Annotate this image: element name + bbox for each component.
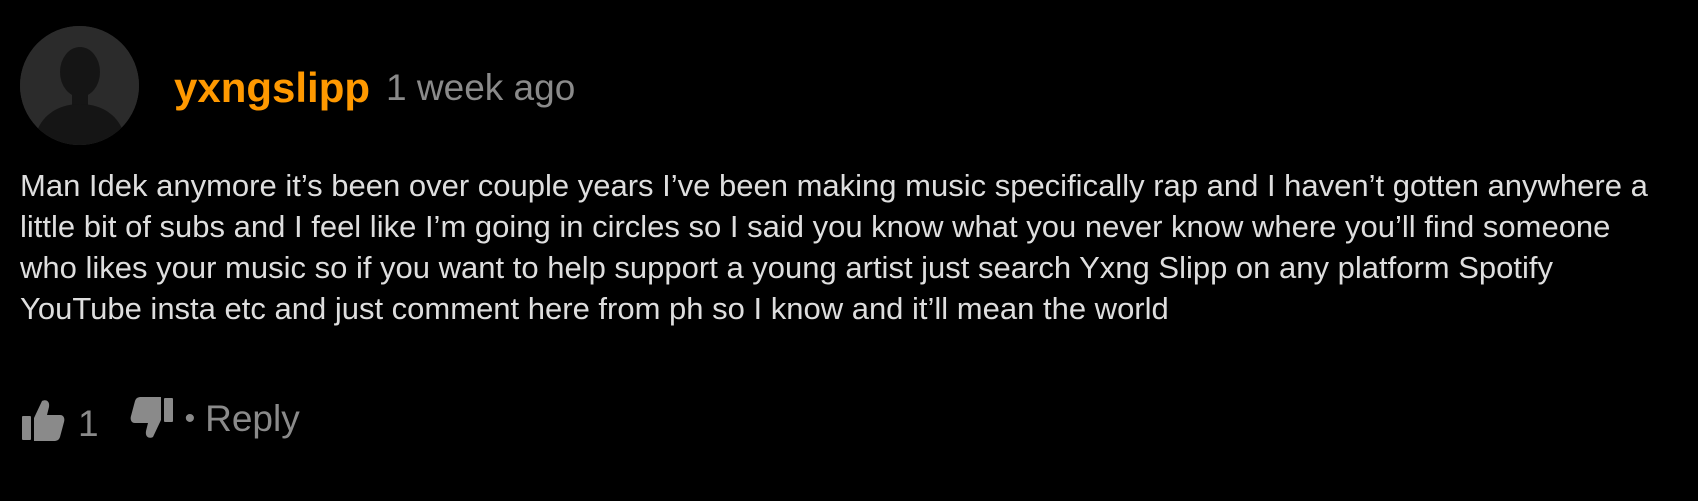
comment-timestamp: 1 week ago — [386, 67, 576, 108]
like-count: 1 — [78, 403, 99, 444]
dislike-button[interactable] — [129, 396, 175, 442]
thumbs-down-icon — [130, 397, 173, 438]
comment-card: yxngslipp 1 week ago Man Idek anymore it… — [0, 0, 1698, 501]
user-avatar[interactable] — [20, 26, 139, 145]
default-user-avatar-icon — [20, 26, 139, 145]
action-separator: • — [184, 402, 196, 435]
comment-username[interactable]: yxngslipp — [174, 64, 370, 112]
like-button[interactable]: 1 — [20, 393, 99, 445]
reply-button[interactable]: Reply — [205, 398, 300, 440]
comment-header: yxngslipp 1 week ago — [174, 58, 575, 118]
comment-actions: 1 • Reply — [20, 394, 300, 444]
comment-body: Man Idek anymore it’s been over couple y… — [20, 168, 1648, 326]
thumbs-up-icon — [22, 400, 65, 441]
